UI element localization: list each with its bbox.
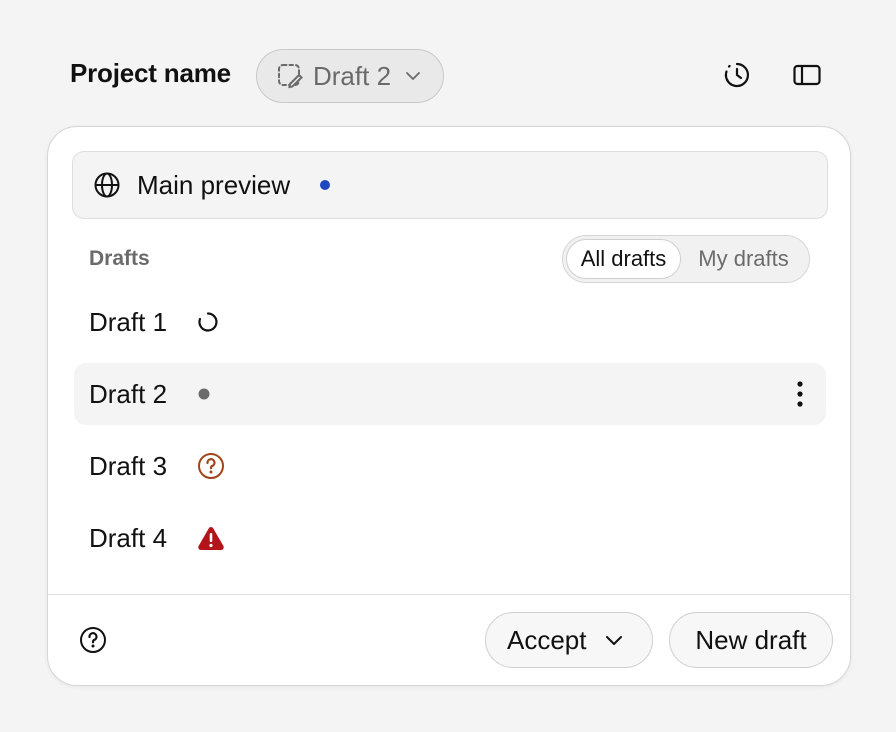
globe-icon	[93, 171, 121, 199]
main-preview-item[interactable]: Main preview	[72, 151, 828, 219]
help-circle-icon[interactable]	[78, 625, 108, 655]
header: Project name Draft 2	[0, 0, 896, 128]
main-preview-label: Main preview	[137, 169, 291, 200]
new-draft-button[interactable]: New draft	[669, 612, 833, 668]
draft-selector[interactable]: Draft 2	[256, 49, 444, 103]
chevron-down-icon	[405, 71, 421, 81]
chevron-down-icon	[605, 635, 623, 646]
draft-dashed-pencil-icon	[277, 63, 303, 89]
spinner-icon	[197, 311, 219, 333]
draft-selector-label: Draft 2	[313, 60, 392, 91]
question-circle-icon	[197, 452, 225, 480]
filter-all-drafts[interactable]: All drafts	[566, 239, 681, 279]
new-draft-button-label: New draft	[695, 624, 807, 655]
warning-triangle-icon	[197, 525, 225, 551]
status-dot	[320, 180, 331, 190]
sidebar-icon[interactable]	[792, 60, 822, 90]
drafts-filter: All drafts My drafts	[562, 235, 810, 283]
filter-my-drafts[interactable]: My drafts	[681, 239, 806, 279]
more-options-icon[interactable]	[788, 379, 812, 409]
footer-divider	[48, 594, 850, 595]
project-name: Project name	[70, 58, 231, 88]
draft-row[interactable]: Draft 3	[74, 435, 826, 497]
draft-row[interactable]: Draft 2	[74, 363, 826, 425]
draft-label: Draft 2	[89, 378, 168, 409]
drafts-heading: Drafts	[89, 247, 150, 270]
draft-label: Draft 3	[89, 450, 168, 481]
accept-button-label: Accept	[507, 624, 587, 655]
draft-label: Draft 1	[89, 306, 168, 337]
drafts-card: Main preview Drafts All drafts My drafts…	[47, 126, 851, 686]
draft-row[interactable]: Draft 4	[74, 507, 826, 569]
draft-label: Draft 4	[89, 522, 168, 553]
draft-row[interactable]: Draft 1	[74, 291, 826, 353]
accept-button[interactable]: Accept	[485, 612, 653, 668]
gray-dot-icon	[197, 387, 211, 401]
history-icon[interactable]	[722, 60, 752, 90]
